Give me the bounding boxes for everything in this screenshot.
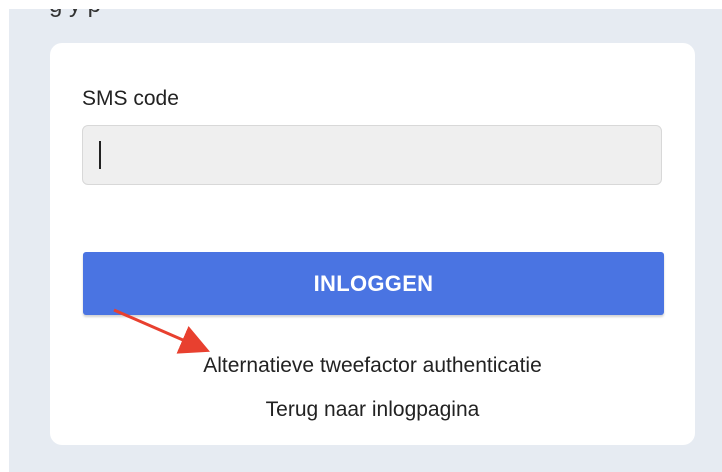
alternative-2fa-link[interactable]: Alternatieve tweefactor authenticatie	[50, 354, 695, 378]
page-background: g y p SMS code INLOGGEN Alternatieve twe…	[9, 9, 722, 472]
sms-code-input[interactable]	[82, 125, 662, 185]
cut-off-text: g y p	[49, 9, 101, 19]
back-to-login-link[interactable]: Terug naar inlogpagina	[50, 398, 695, 422]
login-card: SMS code INLOGGEN Alternatieve tweefacto…	[50, 43, 695, 445]
text-caret	[99, 141, 101, 169]
login-button[interactable]: INLOGGEN	[83, 252, 664, 315]
sms-code-label: SMS code	[82, 87, 179, 110]
